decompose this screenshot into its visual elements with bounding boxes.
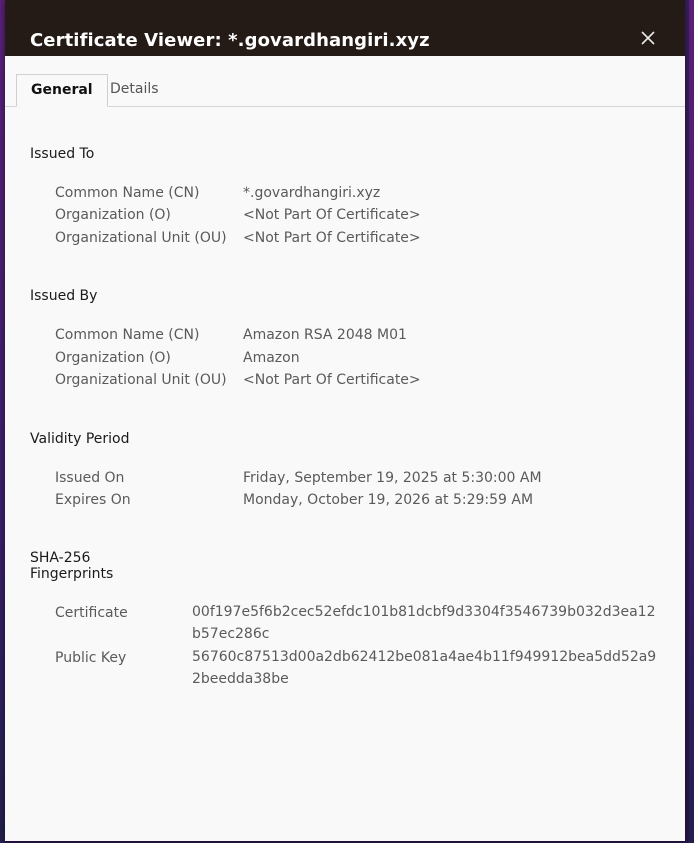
issued-to-ou-label: Organizational Unit (OU) [55,230,227,246]
issued-to-cn-value: *.govardhangiri.xyz [243,185,381,201]
issued-on-label: Issued On [55,470,125,486]
certificate-viewer-dialog: Certificate Viewer: *.govardhangiri.xyz … [5,0,685,841]
issued-to-heading: Issued To [30,146,95,162]
general-tab-content: Issued To Common Name (CN) *.govardhangi… [5,106,685,841]
issued-to-cn-label: Common Name (CN) [55,185,200,201]
validity-heading: Validity Period [30,431,130,447]
issued-to-ou-value: <Not Part Of Certificate> [243,230,421,246]
issued-by-cn-value: Amazon RSA 2048 M01 [243,327,407,343]
dialog-title: Certificate Viewer: *.govardhangiri.xyz [30,30,430,51]
fingerprints-heading-line2: Fingerprints [30,566,114,582]
tab-bar: General Details [5,56,685,107]
close-icon[interactable] [639,29,657,47]
issued-by-o-value: Amazon [243,350,300,366]
tab-details[interactable]: Details [96,74,173,105]
public-key-fingerprint-label: Public Key [55,650,127,666]
fingerprints-heading: SHA-256 Fingerprints [30,550,113,582]
certificate-fingerprint-value: 00f197e5f6b2cec52efdc101b81dcbf9d3304f35… [192,604,656,642]
issued-to-o-value: <Not Part Of Certificate> [243,207,421,223]
fingerprints-heading-line1: SHA-256 [30,550,91,566]
certificate-fingerprint-label: Certificate [55,605,128,621]
issued-by-ou-value: <Not Part Of Certificate> [243,372,421,388]
expires-on-value: Monday, October 19, 2026 at 5:29:59 AM [243,492,534,508]
issued-by-o-label: Organization (O) [55,350,171,366]
issued-by-ou-label: Organizational Unit (OU) [55,372,227,388]
dialog-titlebar: Certificate Viewer: *.govardhangiri.xyz [5,0,685,56]
expires-on-label: Expires On [55,492,131,508]
issued-to-o-label: Organization (O) [55,207,171,223]
issued-by-cn-label: Common Name (CN) [55,327,200,343]
issued-on-value: Friday, September 19, 2025 at 5:30:00 AM [243,470,542,486]
window-edge-right [689,0,694,843]
issued-by-heading: Issued By [30,288,98,304]
tab-general[interactable]: General [16,74,108,107]
public-key-fingerprint-value: 56760c87513d00a2db62412be081a4ae4b11f949… [192,649,657,687]
